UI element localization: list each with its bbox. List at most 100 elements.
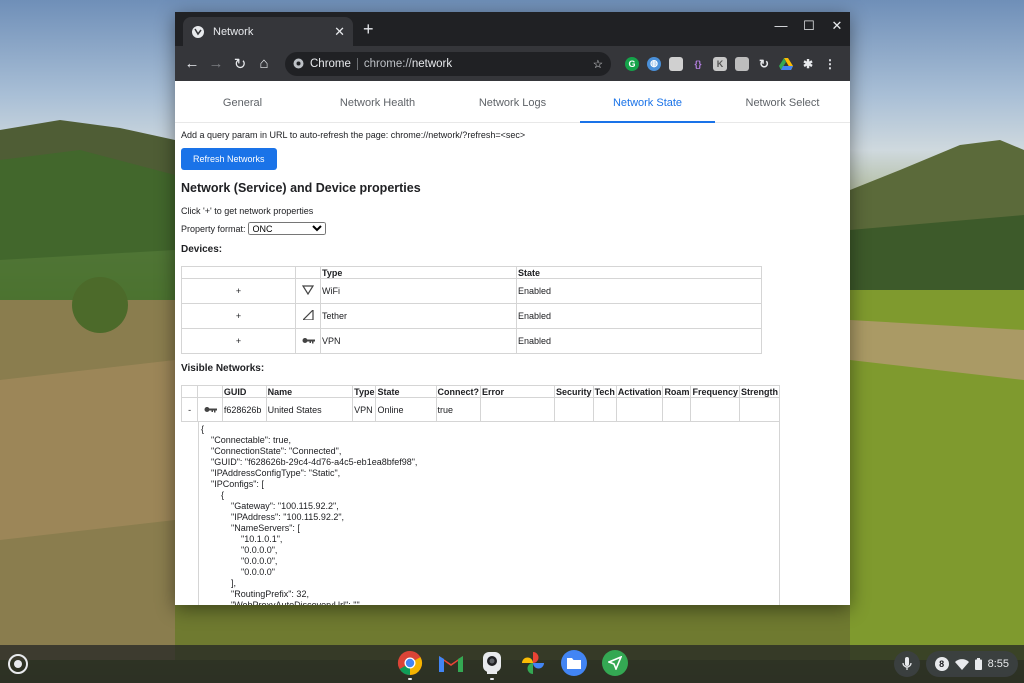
table-row: + WiFi Enabled — [181, 278, 762, 304]
k-extension-icon[interactable]: K — [713, 56, 727, 71]
network-tech — [592, 397, 617, 422]
expand-toggle[interactable]: + — [181, 278, 296, 304]
battery-icon — [974, 658, 982, 670]
expand-toggle[interactable]: + — [181, 303, 296, 329]
network-roam — [662, 397, 692, 422]
column-header: Security — [554, 385, 594, 398]
extensions-bar: G ◍ {} K ↻ ✱ ⋮ — [625, 56, 837, 71]
browser-tab[interactable]: Network ✕ — [183, 17, 353, 46]
column-header — [181, 266, 296, 279]
network-frequency — [690, 397, 740, 422]
device-state: Enabled — [516, 328, 762, 354]
property-format-row: Property format: ONC — [181, 222, 844, 235]
launcher-button[interactable] — [8, 654, 28, 674]
globe-extension-icon[interactable]: ◍ — [647, 56, 661, 71]
new-tab-button[interactable]: + — [363, 19, 374, 40]
table-row: + Tether Enabled — [181, 303, 762, 329]
visible-networks-heading: Visible Networks: — [181, 363, 265, 374]
grammarly-extension-icon[interactable]: G — [625, 56, 639, 71]
browser-window: Network ✕ + — ☐ ✕ ← → ↻ ⌂ Chrome chrome:… — [175, 12, 850, 605]
table-row: + VPN Enabled — [181, 328, 762, 354]
tab-network-health[interactable]: Network Health — [310, 81, 445, 122]
extensions-icon[interactable]: ✱ — [801, 57, 815, 71]
minimize-icon[interactable]: — — [774, 18, 788, 34]
property-format-select[interactable]: ONC — [247, 222, 326, 235]
shelf: 8 8:55 — [0, 645, 1024, 683]
blank-extension-icon[interactable] — [735, 56, 749, 71]
chrome-app[interactable] — [397, 650, 423, 680]
column-header: Activation — [615, 385, 664, 398]
column-header — [180, 385, 199, 398]
browser-toolbar: ← → ↻ ⌂ Chrome chrome://network ☆ G ◍ {}… — [175, 46, 850, 81]
refresh-networks-button[interactable]: Refresh Networks — [181, 148, 277, 170]
back-icon[interactable]: ← — [181, 53, 203, 75]
column-header: Type — [320, 266, 517, 279]
vpn-key-icon — [302, 338, 315, 344]
column-header: Connect? — [435, 385, 482, 398]
device-type: VPN — [320, 328, 517, 354]
tab-title: Network — [213, 25, 254, 38]
home-icon[interactable]: ⌂ — [253, 53, 275, 75]
network-name: United States — [265, 397, 354, 422]
page-tabs: General Network Health Network Logs Netw… — [175, 81, 850, 123]
table-header-row: Type State — [181, 266, 762, 279]
launcher-icon — [14, 660, 22, 668]
tab-network-state[interactable]: Network State — [580, 81, 715, 123]
column-header: State — [516, 266, 762, 279]
url-text: chrome://network — [363, 57, 453, 70]
network-strength — [739, 397, 780, 422]
column-header: Roam — [662, 385, 692, 398]
expand-toggle[interactable]: + — [181, 328, 296, 354]
gmail-icon — [439, 656, 463, 672]
files-app[interactable] — [561, 650, 587, 676]
tab-close-icon[interactable]: ✕ — [334, 24, 345, 40]
maximize-icon[interactable]: ☐ — [802, 18, 816, 34]
network-security — [554, 397, 594, 422]
camera-app[interactable] — [479, 650, 505, 680]
page-heading: Network (Service) and Device properties — [181, 181, 421, 195]
send-app[interactable] — [602, 650, 628, 676]
network-error — [480, 397, 556, 422]
address-bar[interactable]: Chrome chrome://network ☆ — [285, 51, 611, 76]
table-row: - f628626b United States VPN Online true — [180, 397, 780, 422]
star-icon[interactable]: ☆ — [593, 57, 603, 71]
column-header — [197, 385, 223, 398]
braces-extension-icon[interactable]: {} — [691, 57, 705, 71]
refresh-extension-icon[interactable]: ↻ — [757, 57, 771, 71]
microphone-icon — [901, 657, 912, 670]
network-properties-panel: { "Connectable": true, "ConnectionState"… — [198, 422, 780, 605]
forward-icon[interactable]: → — [205, 53, 227, 75]
network-guid: f628626b — [221, 397, 267, 422]
networks-table: GUID Name Type State Connect? Error Secu… — [180, 385, 780, 422]
menu-icon[interactable]: ⋮ — [823, 57, 837, 71]
column-header: Frequency — [690, 385, 740, 398]
network-properties-json: { "Connectable": true, "ConnectionState"… — [201, 424, 418, 605]
column-header: Strength — [739, 385, 780, 398]
cellular-icon — [301, 308, 314, 321]
files-icon — [567, 658, 581, 669]
tab-network-logs[interactable]: Network Logs — [445, 81, 580, 122]
property-format-label: Property format: — [181, 223, 246, 234]
page-extension-icon[interactable] — [669, 56, 683, 71]
device-state: Enabled — [516, 303, 762, 329]
drive-extension-icon[interactable] — [779, 57, 793, 71]
chrome-icon — [397, 651, 423, 675]
column-header — [295, 266, 321, 279]
reload-icon[interactable]: ↻ — [229, 53, 251, 75]
gmail-app[interactable] — [438, 650, 464, 676]
network-activation — [615, 397, 664, 422]
notification-count: 8 — [934, 657, 949, 671]
collapse-toggle[interactable]: - — [180, 397, 199, 422]
window-close-icon[interactable]: ✕ — [830, 18, 844, 34]
tab-network-select[interactable]: Network Select — [715, 81, 850, 122]
system-status-button[interactable]: 8 8:55 — [925, 651, 1018, 677]
page-content: General Network Health Network Logs Netw… — [175, 81, 850, 605]
omnibox-divider — [356, 57, 358, 70]
photos-app[interactable] — [520, 650, 546, 676]
column-header: State — [375, 385, 437, 398]
assistant-button[interactable] — [893, 651, 920, 677]
network-type: VPN — [352, 397, 377, 422]
devices-table: Type State + WiFi Enabled + Tether Enabl… — [181, 266, 762, 354]
tab-general[interactable]: General — [175, 81, 310, 122]
table-header-row: GUID Name Type State Connect? Error Secu… — [180, 385, 780, 398]
